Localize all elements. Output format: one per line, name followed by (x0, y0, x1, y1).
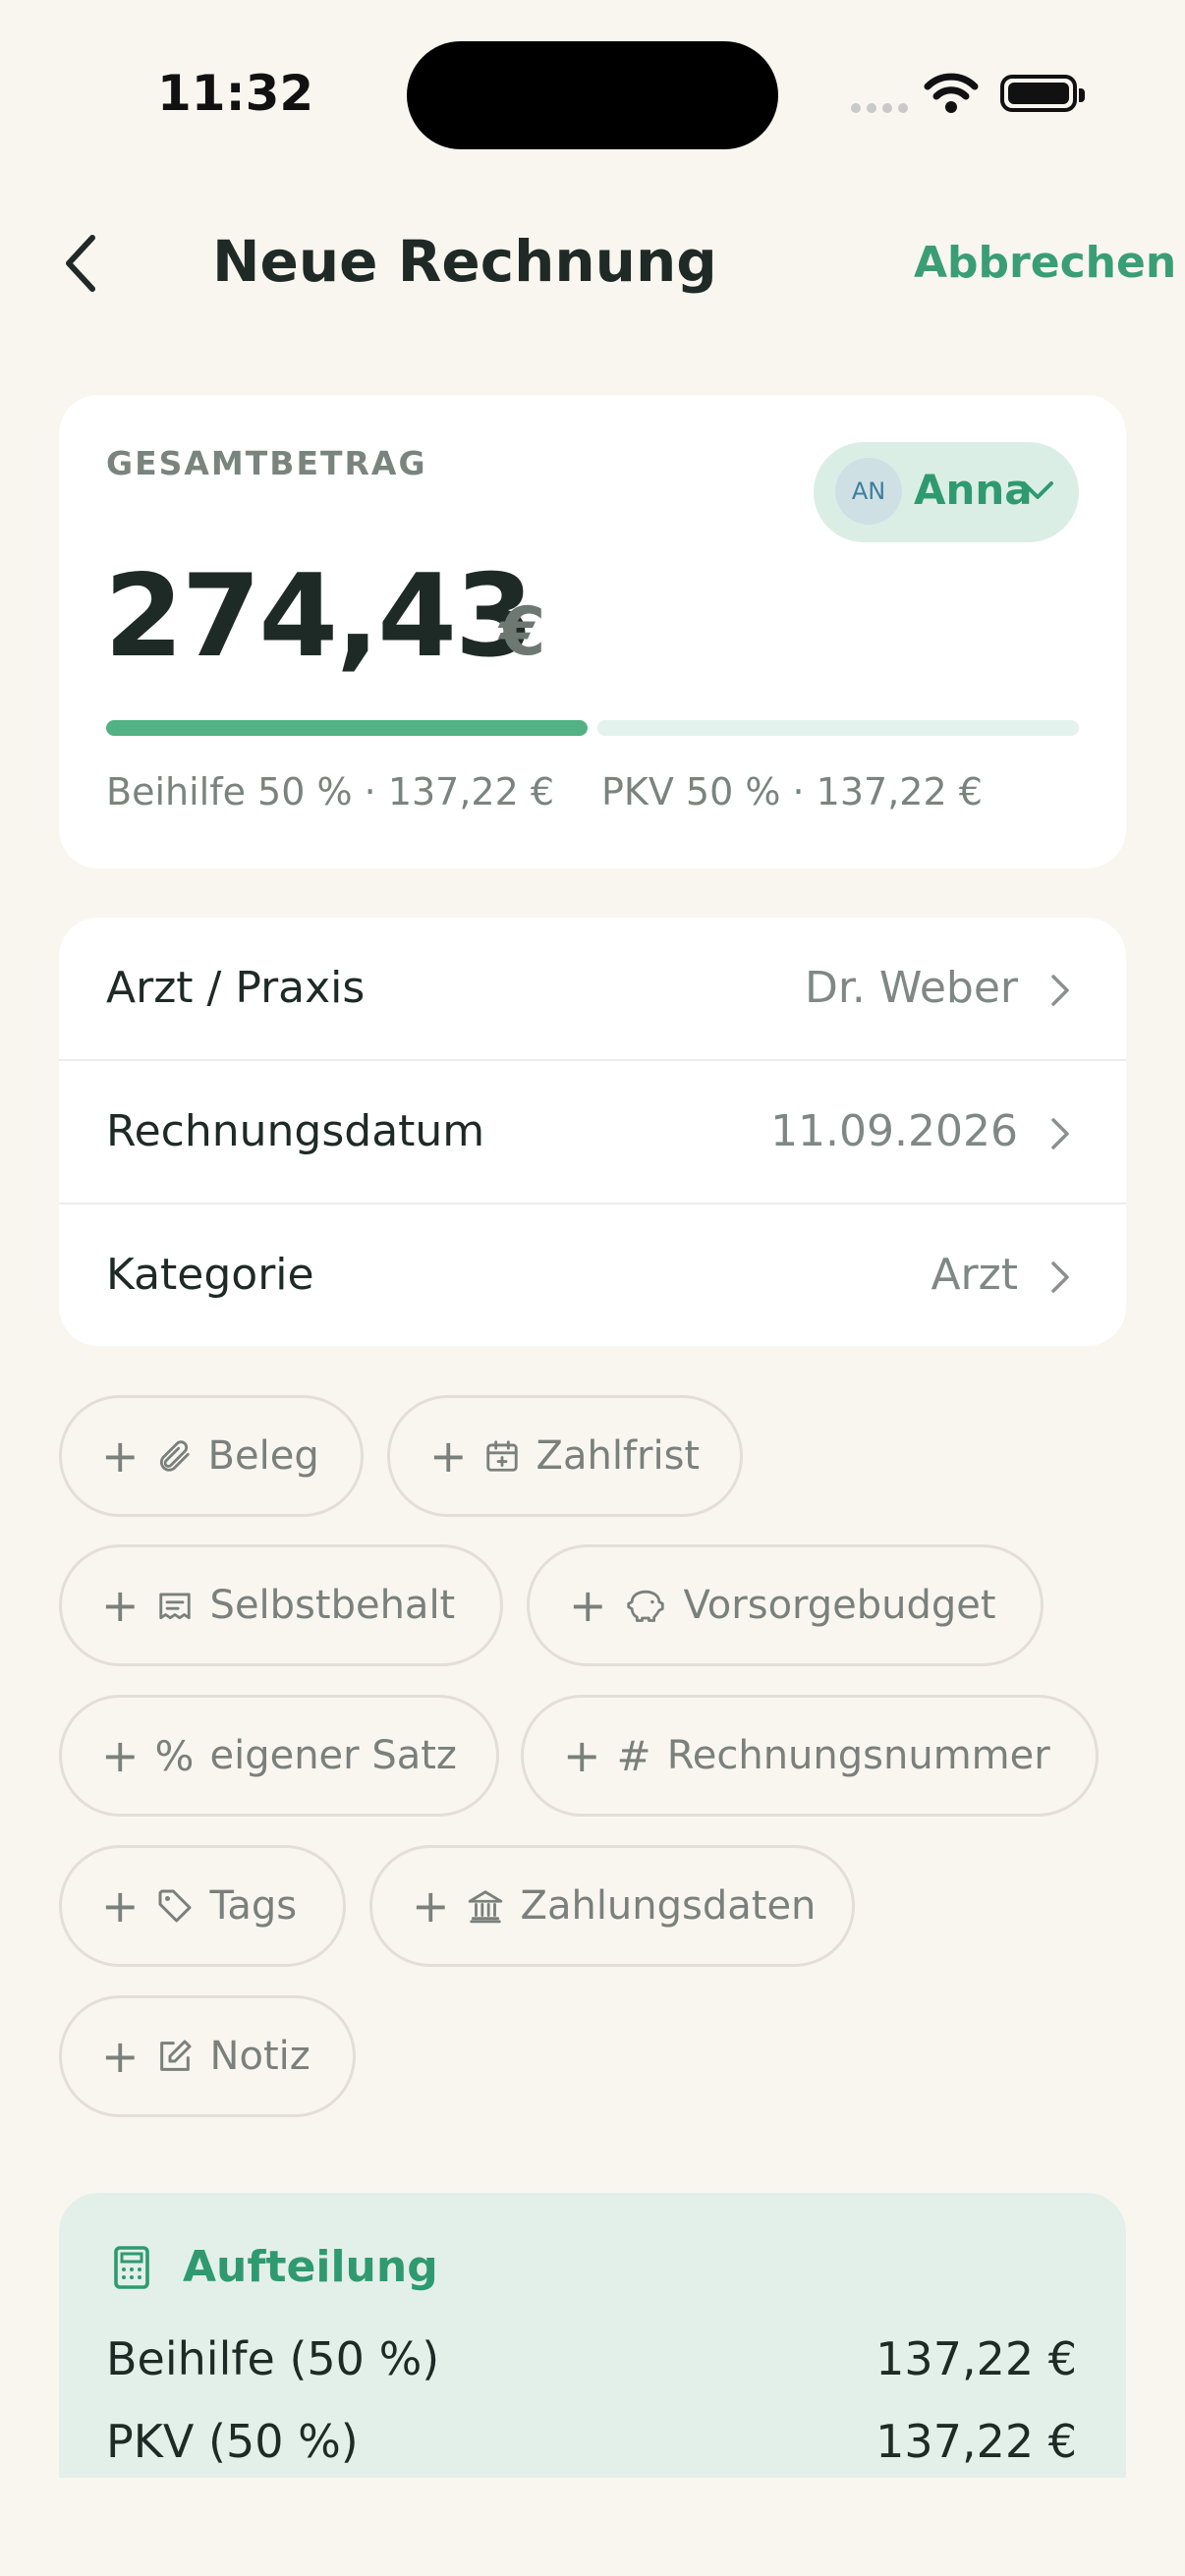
edit-note-icon (159, 2040, 192, 2071)
plus-icon: + (569, 1579, 607, 1632)
plus-icon: + (101, 1579, 140, 1632)
total-label: GESAMTBETRAG (106, 444, 427, 482)
chip-label: eigener Satz (209, 1733, 457, 1778)
chevron-right-icon (1051, 1261, 1069, 1293)
cancel-button[interactable]: Abbrechen (914, 238, 1176, 288)
row-kategorie[interactable]: Kategorie Arzt (59, 1203, 1126, 1346)
row-value: 11.09.2026 (770, 1106, 1018, 1156)
beihilfe-split-text: Beihilfe 50 % · 137,22 € (106, 770, 555, 813)
row-label: Kategorie (106, 1250, 314, 1300)
plus-icon: + (563, 1729, 601, 1782)
add-beleg-chip[interactable]: + Beleg (59, 1395, 364, 1517)
calendar-plus-icon (485, 1440, 518, 1472)
chip-label: Rechnungsnummer (666, 1733, 1050, 1778)
row-arzt-praxis[interactable]: Arzt / Praxis Dr. Weber (59, 918, 1126, 1061)
plus-icon: + (101, 1729, 140, 1782)
chip-label: Zahlfrist (536, 1433, 701, 1479)
chevron-right-icon (1051, 975, 1069, 1006)
row-value: Arzt (931, 1250, 1018, 1300)
split-row-label: Beihilfe (50 %) (106, 2332, 440, 2385)
add-vorsorgebudget-chip[interactable]: + Vorsorgebudget (527, 1544, 1044, 1666)
total-amount: 274,43 (104, 550, 535, 683)
chip-label: Notiz (209, 2034, 310, 2079)
plus-icon: + (429, 1429, 468, 1483)
person-name: Anna (914, 466, 1033, 514)
add-zahlungsdaten-chip[interactable]: + Zahlungsdaten (369, 1845, 855, 1967)
chip-label: Vorsorgebudget (683, 1583, 996, 1628)
calculator-icon (114, 2246, 149, 2289)
receipt-icon (158, 1593, 191, 1620)
plus-icon: + (412, 1879, 450, 1932)
row-label: Rechnungsdatum (106, 1106, 485, 1156)
piggy-bank-icon (626, 1590, 664, 1622)
chip-label: Zahlungsdaten (520, 1883, 817, 1929)
add-notiz-chip[interactable]: + Notiz (59, 1995, 356, 2117)
chip-label: Tags (209, 1883, 298, 1929)
beihilfe-share-bar (106, 720, 588, 736)
paperclip-icon (159, 1440, 190, 1472)
add-tags-chip[interactable]: + Tags (59, 1845, 346, 1967)
plus-icon: + (101, 1879, 140, 1932)
row-rechnungsdatum[interactable]: Rechnungsdatum 11.09.2026 (59, 1059, 1126, 1204)
add-rechnungsnummer-chip[interactable]: + # Rechnungsnummer (521, 1695, 1099, 1817)
hash-icon: # (616, 1731, 651, 1780)
signal-dots-icon (851, 103, 908, 113)
back-chevron-icon[interactable] (61, 232, 100, 295)
tag-icon (158, 1889, 192, 1923)
plus-icon: + (101, 2030, 140, 2083)
avatar: AN (835, 458, 902, 525)
status-time: 11:32 (157, 65, 314, 122)
split-row-value: 137,22 € (875, 2415, 1077, 2468)
row-value: Dr. Weber (805, 963, 1018, 1013)
wifi-icon (924, 73, 979, 113)
add-eigener-satz-chip[interactable]: + % eigener Satz (59, 1695, 499, 1817)
chip-label: Beleg (207, 1433, 319, 1479)
add-selbstbehalt-chip[interactable]: + Selbstbehalt (59, 1544, 503, 1666)
pkv-split-text: PKV 50 % · 137,22 € (601, 770, 983, 813)
chevron-down-icon (1022, 481, 1053, 499)
dynamic-island (407, 41, 778, 149)
split-row-label: PKV (50 %) (106, 2415, 359, 2468)
battery-icon (1000, 75, 1085, 112)
split-row-value: 137,22 € (875, 2332, 1077, 2385)
pkv-share-bar (597, 720, 1079, 736)
row-label: Arzt / Praxis (106, 963, 366, 1013)
chip-label: Selbstbehalt (209, 1583, 456, 1628)
page-title: Neue Rechnung (212, 228, 717, 295)
details-list: Arzt / Praxis Dr. Weber Rechnungsdatum 1… (59, 918, 1126, 1346)
split-title: Aufteilung (183, 2242, 438, 2292)
bank-icon (468, 1890, 502, 1924)
plus-icon: + (101, 1429, 140, 1483)
percent-icon: % (154, 1731, 195, 1780)
currency-symbol: € (499, 593, 546, 671)
add-zahlfrist-chip[interactable]: + Zahlfrist (387, 1395, 743, 1517)
chevron-right-icon (1051, 1118, 1069, 1149)
